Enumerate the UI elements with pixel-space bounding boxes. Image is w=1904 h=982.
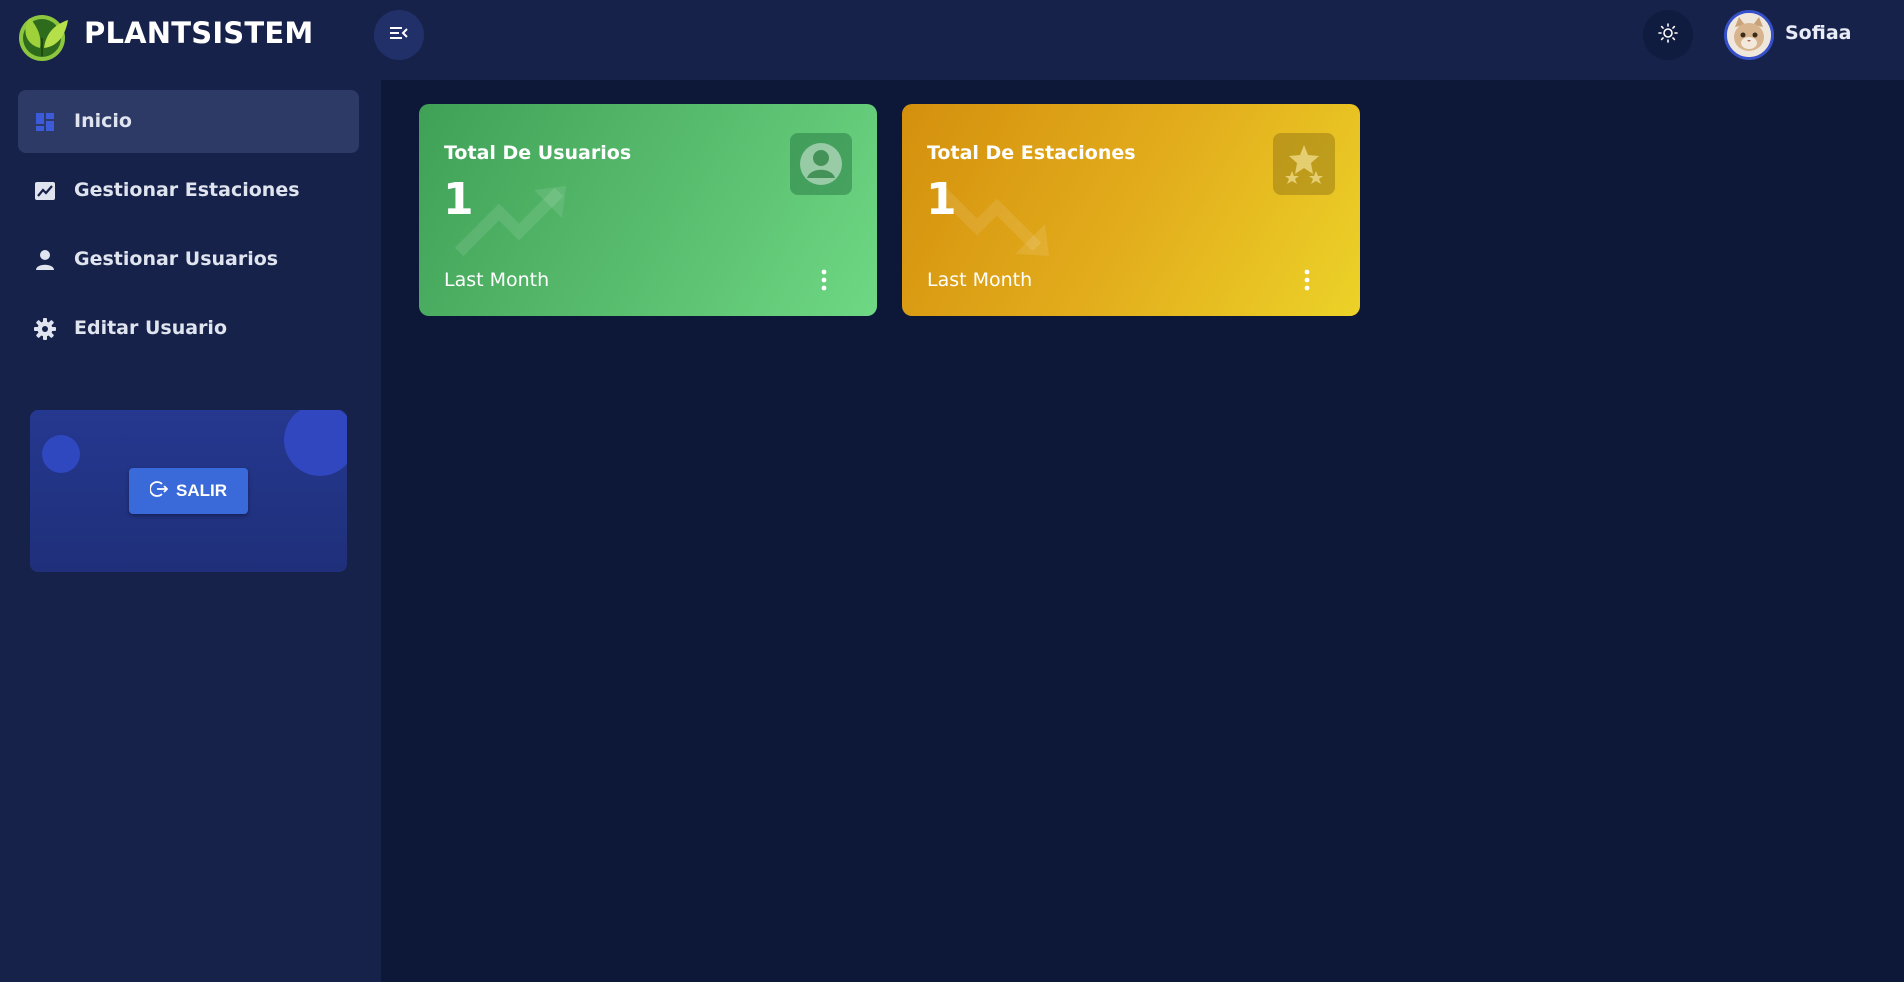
user-circle-icon <box>790 133 852 195</box>
logout-label: SALIR <box>176 481 227 500</box>
user-avatar[interactable] <box>1724 10 1774 60</box>
more-vertical-icon <box>1304 269 1310 291</box>
card-total-estaciones: Total De Estaciones 1 Last Month <box>902 104 1360 316</box>
sidebar: Inicio Gestionar Estaciones Gestionar Us… <box>0 80 381 982</box>
user-name[interactable]: Sofiaa <box>1785 22 1851 44</box>
user-icon <box>33 248 57 272</box>
cat-avatar <box>1727 13 1771 57</box>
sun-icon <box>1658 23 1678 47</box>
logout-card: SALIR <box>30 410 347 572</box>
stars-icon <box>1273 133 1335 195</box>
sidebar-item-label: Gestionar Usuarios <box>74 248 279 270</box>
sidebar-item-editar-usuario[interactable]: Editar Usuario <box>18 297 359 360</box>
sidebar-item-gestionar-estaciones[interactable]: Gestionar Estaciones <box>18 159 359 222</box>
more-options-button[interactable] <box>1303 269 1311 291</box>
decorative-circle <box>284 410 347 476</box>
leaf-logo-icon <box>16 8 74 62</box>
logout-icon <box>149 480 169 503</box>
theme-toggle-button[interactable] <box>1643 10 1693 60</box>
gear-icon <box>33 317 57 341</box>
menu-toggle-button[interactable] <box>374 10 424 60</box>
brand-name[interactable]: PLANTSISTEM <box>84 16 313 50</box>
decorative-circle <box>42 435 80 473</box>
sidebar-item-label: Gestionar Estaciones <box>74 179 300 201</box>
sidebar-item-gestionar-usuarios[interactable]: Gestionar Usuarios <box>18 228 359 291</box>
card-total-usuarios: Total De Usuarios 1 Last Month <box>419 104 877 316</box>
card-value: 1 <box>926 174 957 225</box>
top-bar: PLANTSISTEM Sofiaa <box>0 0 1904 80</box>
sidebar-item-label: Inicio <box>74 110 132 132</box>
card-footer: Last Month <box>927 269 1033 291</box>
sidebar-item-label: Editar Usuario <box>74 317 228 339</box>
card-footer: Last Month <box>444 269 550 291</box>
sidebar-item-inicio[interactable]: Inicio <box>18 90 359 153</box>
more-options-button[interactable] <box>820 269 828 291</box>
more-vertical-icon <box>821 269 827 291</box>
card-value: 1 <box>443 174 474 225</box>
card-title: Total De Usuarios <box>444 142 632 164</box>
menu-collapse-icon <box>389 25 409 45</box>
chart-line-icon <box>33 179 57 203</box>
dashboard-icon <box>33 110 57 134</box>
card-title: Total De Estaciones <box>927 142 1136 164</box>
logout-button[interactable]: SALIR <box>129 468 248 514</box>
